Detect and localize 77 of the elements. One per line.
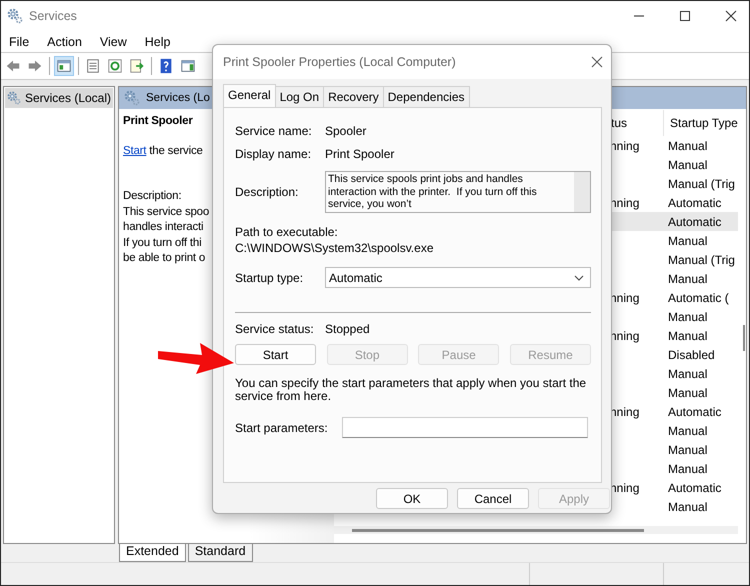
view-tab[interactable]: Extended	[119, 544, 186, 562]
startup-type-cell: Manual	[668, 500, 708, 514]
startup-type-cell: Automatic	[668, 480, 722, 494]
service-button[interactable]: Start	[235, 344, 316, 365]
field-value: Print Spooler	[325, 147, 394, 161]
column-header[interactable]: Startup Type	[663, 110, 738, 136]
startup-type-cell: Manual	[668, 366, 708, 380]
field-label: Startup type:	[235, 270, 304, 284]
menu-item[interactable]: File	[3, 34, 36, 48]
window-pane-icon	[180, 58, 196, 74]
dialog-button[interactable]: OK	[376, 488, 448, 509]
close-icon[interactable]	[725, 10, 737, 22]
document-icon	[85, 58, 101, 74]
menu-item[interactable]: Help	[138, 34, 176, 48]
menu-item[interactable]: Action	[41, 34, 88, 48]
start-link[interactable]: Start	[123, 145, 146, 157]
startup-type-cell: Automatic	[668, 404, 722, 418]
field-label: Path to executable:	[235, 225, 339, 239]
scrollbar[interactable]	[574, 172, 590, 212]
startup-type-cell: Automatic (	[668, 290, 729, 304]
window-pane-icon	[56, 58, 72, 74]
service-name: Print Spooler	[123, 115, 194, 127]
startup-type-cell: Automatic	[668, 214, 722, 228]
dialog-title: Print Spooler Properties (Local Computer)	[223, 55, 456, 69]
gear-icon	[7, 8, 23, 24]
close-icon[interactable]	[591, 56, 603, 68]
pane-title: Services (Lo	[146, 92, 210, 104]
maximize-icon[interactable]	[679, 10, 691, 22]
startup-type-cell: Manual	[668, 310, 708, 324]
service-description-line: If you turn off thi	[123, 236, 202, 248]
back-arrow-icon	[5, 58, 21, 74]
startup-type-cell: Manual (Trig	[668, 252, 735, 266]
dialog-button[interactable]: Cancel	[457, 488, 529, 509]
scrollbar-thumb[interactable]	[742, 325, 745, 351]
refresh-icon	[107, 58, 123, 74]
startup-type-cell: Manual	[668, 424, 708, 438]
startup-type-cell: Manual	[668, 138, 708, 152]
start-parameters-field[interactable]	[342, 417, 588, 438]
forward-arrow-icon	[27, 58, 43, 74]
chevron-down-icon	[574, 274, 584, 280]
gear-icon	[124, 90, 140, 106]
field-label: Display name:	[235, 147, 312, 161]
startup-type-cell: Manual	[668, 328, 708, 342]
startup-type-dropdown[interactable]: Automatic	[325, 267, 591, 288]
field-value: Stopped	[325, 322, 370, 336]
startup-type-cell: Manual	[668, 442, 708, 456]
field-label: Description:	[235, 185, 300, 199]
dialog-tab[interactable]: Dependencies	[382, 86, 470, 107]
view-tab[interactable]: Standard	[188, 544, 253, 562]
menu-item[interactable]: View	[94, 34, 133, 48]
startup-type-cell: Automatic	[668, 196, 722, 210]
startup-type-cell: Manual	[668, 158, 708, 172]
window-title: Services	[29, 9, 77, 23]
hint-text: You can specify the start parameters that apply when you start the service from here.	[235, 377, 588, 403]
startup-type-cell: Manual	[668, 386, 708, 400]
description-text: This service spools print jobs and handles interaction with the printer. If you turn off this service, you won’t	[327, 172, 538, 212]
field-label: Start parameters:	[235, 420, 329, 434]
startup-type-cell: Manual (Trig	[668, 176, 735, 190]
gear-icon	[7, 90, 21, 106]
scrollbar-thumb[interactable]	[352, 529, 644, 532]
service-description-line: handles interacti	[123, 221, 204, 233]
help-icon	[158, 58, 174, 74]
startup-type-cell: Manual	[668, 234, 708, 248]
startup-type-cell: Disabled	[668, 348, 715, 362]
field-value: Spooler	[325, 124, 366, 138]
tree-toggle-button[interactable]	[54, 56, 74, 76]
path-value: C:\WINDOWS\System32\spoolsv.exe	[235, 241, 434, 255]
description-label: Description:	[123, 189, 182, 204]
dialog-tab[interactable]: General	[223, 84, 276, 107]
service-description-line: This service spoo	[123, 206, 210, 218]
startup-type-cell: Manual	[668, 462, 708, 476]
field-label: Service name:	[235, 124, 313, 138]
startup-type-cell: Manual	[668, 272, 708, 286]
field-label: Service status:	[235, 322, 315, 336]
tree-item[interactable]: Services (Local)	[5, 88, 113, 108]
service-description-line: be able to print o	[123, 252, 206, 264]
export-icon	[129, 58, 145, 74]
